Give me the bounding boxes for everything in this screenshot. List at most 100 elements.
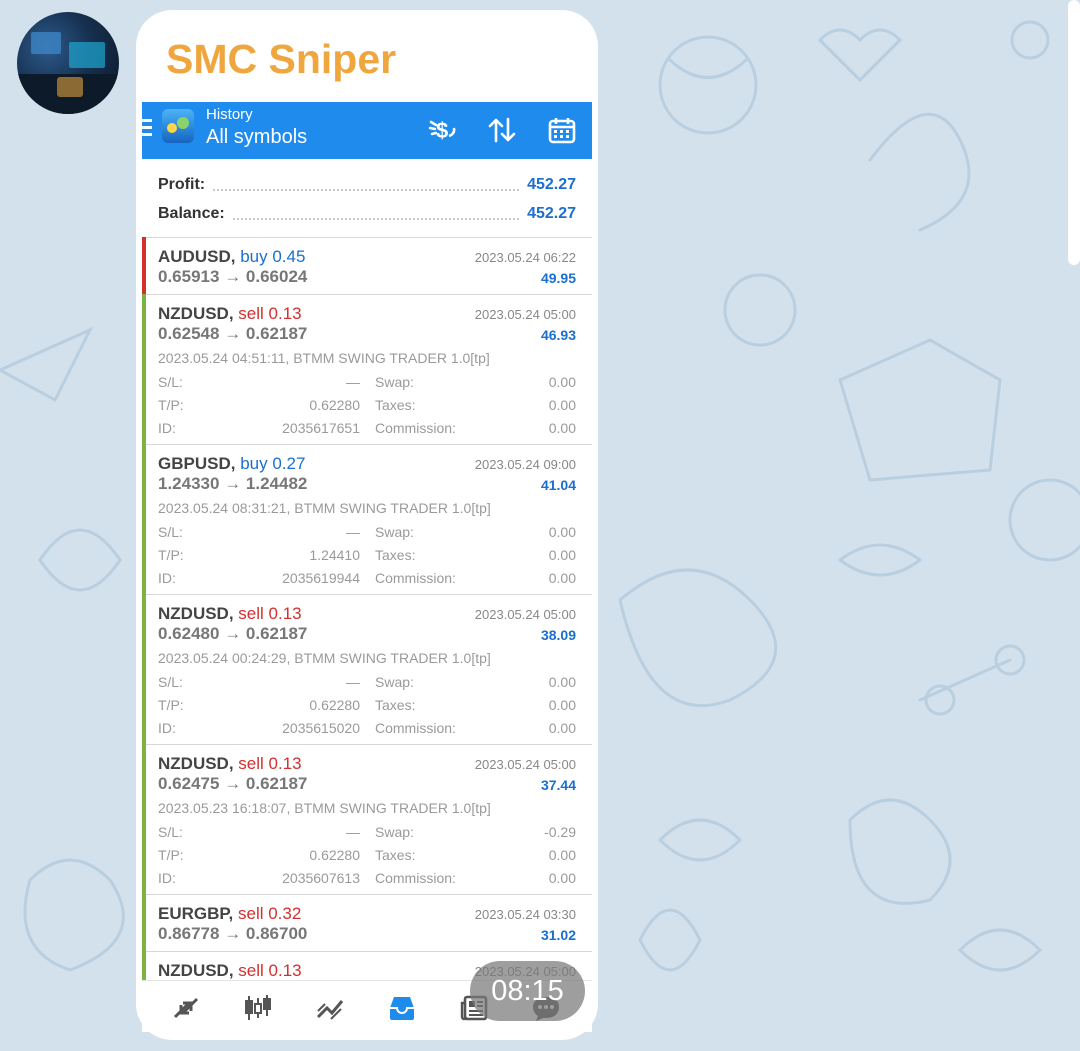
deal-direction: buy 0.27: [240, 454, 306, 473]
sl-label: S/L:: [158, 524, 183, 540]
symbol-name: AUDUSD,: [158, 247, 236, 266]
arrow-icon: →: [224, 924, 242, 943]
deposit-dollar-icon: $: [422, 110, 462, 150]
arrow-icon: →: [224, 474, 242, 493]
deal-symbol: EURGBP, sell 0.32: [158, 904, 301, 924]
deal-profit: 38.09: [540, 627, 576, 643]
taxes-value: 0.00: [548, 397, 576, 413]
id-value: 2035615020: [282, 720, 360, 736]
symbol-name: GBPUSD,: [158, 454, 236, 473]
tp-value: 0.62280: [309, 697, 360, 713]
history-icon[interactable]: [382, 993, 422, 1023]
open-price: 0.62475: [158, 774, 220, 793]
quotes-icon[interactable]: [166, 993, 206, 1023]
profit-row: Profit: 452.27: [158, 173, 576, 197]
close-price: 0.86700: [245, 924, 308, 943]
sl-label: S/L:: [158, 824, 183, 840]
deal-status-bar: [142, 894, 146, 951]
taxes-label: Taxes:: [375, 397, 416, 413]
deal-time: 2023.05.24 05:00: [474, 307, 576, 322]
deal-time: 2023.05.24 05:00: [474, 757, 576, 772]
chart-icon[interactable]: [238, 993, 278, 1023]
deal-status-bar: [142, 444, 146, 594]
message-time: 08:15: [470, 961, 585, 1021]
sl-value: —: [346, 824, 360, 840]
taxes-label: Taxes:: [375, 847, 416, 863]
avatar-lamp: [57, 77, 83, 97]
deal-comment: 2023.05.24 00:24:29, BTMM SWING TRADER 1…: [158, 650, 491, 666]
deal-direction: sell 0.13: [238, 304, 302, 323]
deal-row[interactable]: NZDUSD, sell 0.13 2023.05.24 05:00 0.62475…: [142, 744, 592, 895]
avatar-screen-left: [31, 32, 61, 54]
id-label: ID:: [158, 870, 176, 886]
close-price: 0.62187: [245, 324, 308, 343]
chat-scrollbar[interactable]: [1068, 0, 1080, 265]
deal-symbol: AUDUSD, buy 0.45: [158, 247, 305, 267]
deal-time: 2023.05.24 05:00: [474, 607, 576, 622]
deal-symbol: GBPUSD, buy 0.27: [158, 454, 305, 474]
deal-symbol: NZDUSD, sell 0.13: [158, 304, 302, 324]
message-bubble: SMC Sniper History All symbols $ Profit:…: [136, 10, 598, 1040]
commission-label: Commission:: [375, 720, 456, 736]
deal-time: 2023.05.24 09:00: [474, 457, 576, 472]
swap-label: Swap:: [375, 824, 414, 840]
taxes-value: 0.00: [548, 697, 576, 713]
sl-value: —: [346, 674, 360, 690]
taxes-value: 0.00: [548, 847, 576, 863]
symbol-name: NZDUSD,: [158, 961, 234, 980]
deal-direction: sell 0.13: [238, 754, 302, 773]
commission-label: Commission:: [375, 870, 456, 886]
sender-name[interactable]: SMC Sniper: [166, 36, 396, 83]
deal-direction: sell 0.13: [238, 604, 302, 623]
swap-value: 0.00: [548, 374, 576, 390]
commission-label: Commission:: [375, 420, 456, 436]
deal-symbol: NZDUSD, sell 0.13: [158, 754, 302, 774]
id-label: ID:: [158, 420, 176, 436]
symbol-name: NZDUSD,: [158, 754, 234, 773]
tp-value: 0.62280: [309, 847, 360, 863]
deal-prices: 0.62475 → 0.62187: [158, 774, 307, 794]
deal-direction: sell 0.13: [238, 961, 302, 980]
open-price: 1.24330: [158, 474, 220, 493]
deal-comment: 2023.05.24 04:51:11, BTMM SWING TRADER 1…: [158, 350, 490, 366]
open-price: 0.62548: [158, 324, 220, 343]
arrow-icon: →: [224, 774, 242, 793]
tp-value: 0.62280: [309, 397, 360, 413]
deal-row[interactable]: EURGBP, sell 0.32 2023.05.24 03:30 0.86778…: [142, 894, 592, 952]
channel-avatar[interactable]: [17, 12, 119, 114]
deal-row[interactable]: AUDUSD, buy 0.45 2023.05.24 06:22 0.65913 …: [142, 237, 592, 295]
deal-direction: buy 0.45: [240, 247, 306, 266]
deal-row[interactable]: NZDUSD, sell 0.13 2023.05.24 05:00 0.62548…: [142, 294, 592, 445]
tp-label: T/P:: [158, 847, 184, 863]
deal-profit: 31.02: [540, 927, 576, 943]
swap-value: 0.00: [548, 674, 576, 690]
id-value: 2035619944: [282, 570, 360, 586]
screenshot-image[interactable]: History All symbols $ Profit: 452.27 Bal…: [142, 102, 592, 1032]
commission-value: 0.00: [548, 720, 576, 736]
id-label: ID:: [158, 570, 176, 586]
commission-label: Commission:: [375, 570, 456, 586]
deal-status-bar: [142, 744, 146, 894]
deal-profit: 46.93: [540, 327, 576, 343]
close-price: 0.62187: [245, 774, 308, 793]
deal-row[interactable]: GBPUSD, buy 0.27 2023.05.24 09:00 1.24330 …: [142, 444, 592, 595]
dotted-leader: [213, 179, 520, 191]
deal-time: 2023.05.24 03:30: [474, 907, 576, 922]
swap-label: Swap:: [375, 374, 414, 390]
symbol-name: NZDUSD,: [158, 304, 234, 323]
symbol-name: EURGBP,: [158, 904, 234, 923]
arrow-icon: →: [224, 324, 242, 343]
deal-symbol: NZDUSD, sell 0.13: [158, 961, 302, 981]
menu-icon: [142, 119, 152, 140]
trade-icon[interactable]: [310, 993, 350, 1023]
sl-label: S/L:: [158, 674, 183, 690]
profit-value: 452.27: [527, 176, 576, 193]
swap-value: 0.00: [548, 524, 576, 540]
deal-profit: 37.44: [540, 777, 576, 793]
close-price: 0.62187: [245, 624, 308, 643]
deal-row[interactable]: NZDUSD, sell 0.13 2023.05.24 05:00 0.62480…: [142, 594, 592, 745]
deal-status-bar: [142, 237, 146, 294]
svg-text:$: $: [436, 118, 448, 143]
deal-comment: 2023.05.23 16:18:07, BTMM SWING TRADER 1…: [158, 800, 491, 816]
open-price: 0.86778: [158, 924, 220, 943]
